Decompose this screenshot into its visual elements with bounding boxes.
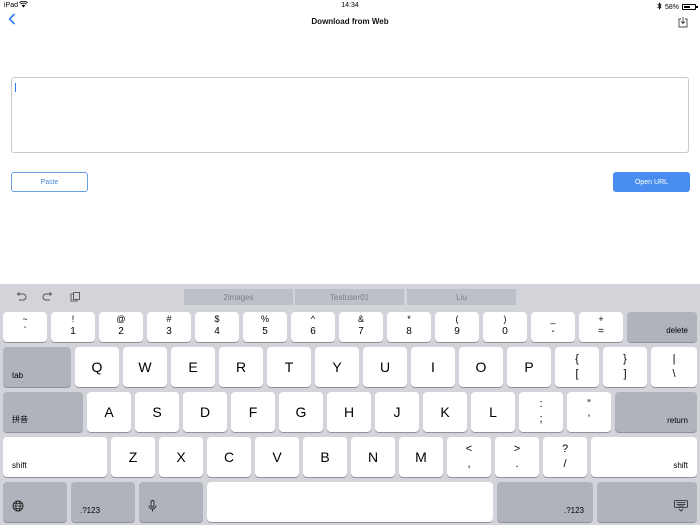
key-f[interactable]: F — [231, 392, 275, 432]
dictation-key[interactable] — [139, 482, 203, 522]
key-8[interactable]: * 8 — [387, 312, 431, 342]
key-i[interactable]: I — [411, 347, 455, 387]
space-key[interactable] — [207, 482, 493, 522]
status-bar: iPad 14:34 58% — [0, 0, 700, 12]
key-r[interactable]: R — [219, 347, 263, 387]
bluetooth-icon — [657, 2, 662, 12]
navigation-bar: Download from Web — [0, 12, 700, 32]
open-url-button[interactable]: Open URL — [613, 172, 690, 192]
delete-key[interactable]: delete — [627, 312, 697, 342]
key-u[interactable]: U — [363, 347, 407, 387]
numbers-key-left[interactable]: .?123 — [71, 482, 135, 522]
key-s[interactable]: S — [135, 392, 179, 432]
key-4[interactable]: $4 — [195, 312, 239, 342]
key-minus[interactable]: _ - — [531, 312, 575, 342]
text-caret — [15, 83, 16, 92]
tab-key[interactable]: tab — [3, 347, 71, 387]
globe-icon — [12, 500, 24, 515]
download-icon[interactable] — [678, 15, 688, 28]
key-comma[interactable]: <, — [447, 437, 491, 477]
key-j[interactable]: J — [375, 392, 419, 432]
key-backslash[interactable]: | \ — [651, 347, 697, 387]
key-v[interactable]: V — [255, 437, 299, 477]
key-slash[interactable]: ? / — [543, 437, 587, 477]
suggestion-1[interactable]: 2images — [184, 289, 293, 305]
key-q[interactable]: Q — [75, 347, 119, 387]
status-time: 14:34 — [341, 2, 359, 9]
key-t[interactable]: T — [267, 347, 311, 387]
on-screen-keyboard: 2images Testuser01 Liu ~ ` ! 1 @2 #3 $4 % 5… — [0, 284, 700, 525]
key-5[interactable]: % 5 — [243, 312, 287, 342]
key-b[interactable]: B — [303, 437, 347, 477]
key-equals[interactable]: + = — [579, 312, 623, 342]
url-input[interactable] — [11, 77, 689, 153]
redo-icon[interactable] — [42, 292, 54, 305]
key-semicolon[interactable]: :; — [519, 392, 563, 432]
key-z[interactable]: Z — [111, 437, 155, 477]
key-e[interactable]: E — [171, 347, 215, 387]
key-d[interactable]: D — [183, 392, 227, 432]
key-6[interactable]: ^ 6 — [291, 312, 335, 342]
key-p[interactable]: P — [507, 347, 551, 387]
key-c[interactable]: C — [207, 437, 251, 477]
key-x[interactable]: X — [159, 437, 203, 477]
key-9[interactable]: (9 — [435, 312, 479, 342]
numbers-key-right[interactable]: .?123 — [497, 482, 593, 522]
key-2[interactable]: @2 — [99, 312, 143, 342]
key-l[interactable]: L — [471, 392, 515, 432]
key-o[interactable]: O — [459, 347, 503, 387]
key-y[interactable]: Y — [315, 347, 359, 387]
paste-clipboard-icon[interactable] — [70, 292, 81, 305]
key-0[interactable]: ) 0 — [483, 312, 527, 342]
suggestion-3[interactable]: Liu — [407, 289, 516, 305]
key-h[interactable]: H — [327, 392, 371, 432]
key-tilde[interactable]: ~ ` — [3, 312, 47, 342]
shift-key-right[interactable]: shift — [591, 437, 697, 477]
dismiss-keyboard-key[interactable] — [597, 482, 697, 522]
key-n[interactable]: N — [351, 437, 395, 477]
key-k[interactable]: K — [423, 392, 467, 432]
key-a[interactable]: A — [87, 392, 131, 432]
keyboard-dismiss-icon — [674, 500, 688, 515]
shift-key-left[interactable]: shift — [3, 437, 107, 477]
undo-icon[interactable] — [15, 292, 27, 305]
microphone-icon — [148, 500, 157, 515]
return-key[interactable]: return — [615, 392, 697, 432]
paste-button[interactable]: Paste — [11, 172, 88, 192]
key-period[interactable]: >. — [495, 437, 539, 477]
key-m[interactable]: M — [399, 437, 443, 477]
battery-icon — [682, 4, 698, 10]
key-3[interactable]: #3 — [147, 312, 191, 342]
key-quote[interactable]: ”’ — [567, 392, 611, 432]
key-1[interactable]: ! 1 — [51, 312, 95, 342]
page-title: Download from Web — [311, 17, 389, 26]
key-bracket-right[interactable]: }] — [603, 347, 647, 387]
key-w[interactable]: W — [123, 347, 167, 387]
suggestion-2[interactable]: Testuser01 — [295, 289, 404, 305]
globe-key[interactable] — [3, 482, 67, 522]
pinyin-key[interactable]: 拼音 — [3, 392, 83, 432]
key-7[interactable]: & 7 — [339, 312, 383, 342]
battery-percent: 58% — [664, 3, 679, 11]
key-g[interactable]: G — [279, 392, 323, 432]
key-bracket-left[interactable]: {[ — [555, 347, 599, 387]
